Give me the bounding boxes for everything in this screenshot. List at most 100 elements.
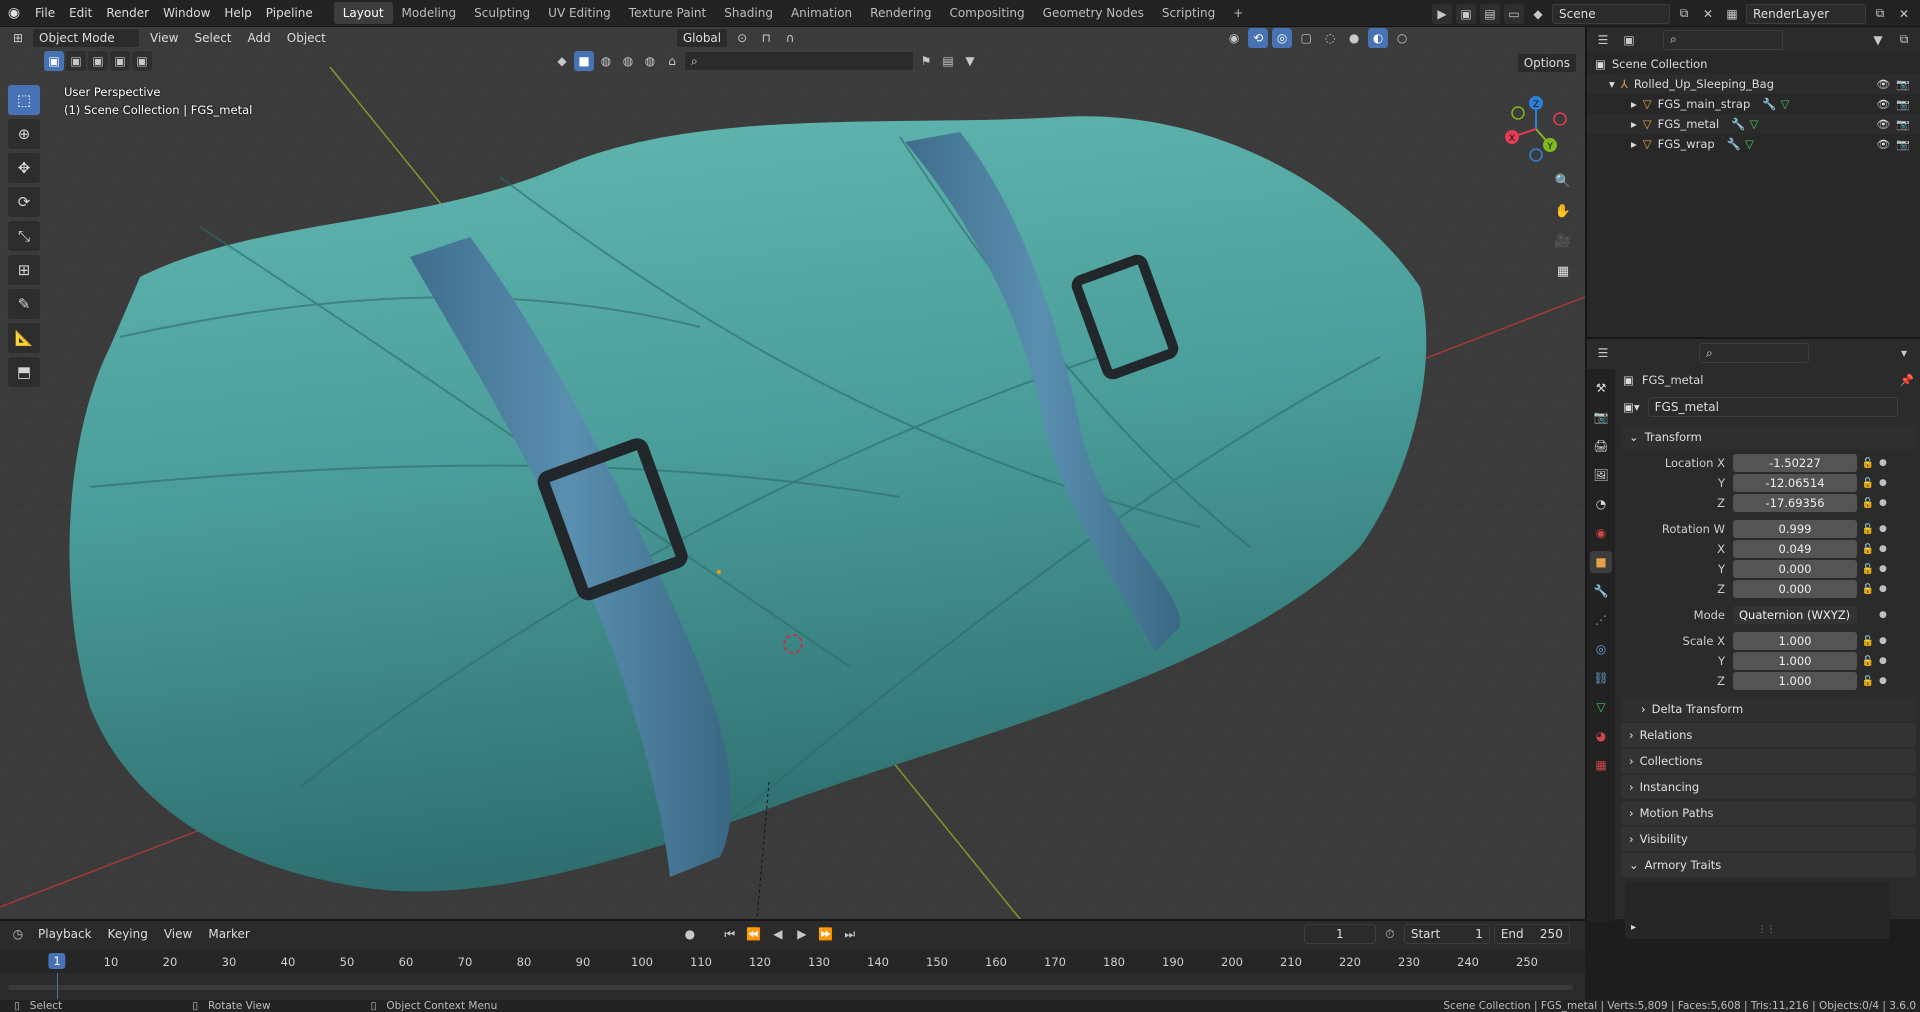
new-layer-icon[interactable]: ⧉ (1870, 4, 1890, 24)
outliner-scene-collection[interactable]: ▣ Scene Collection (1587, 54, 1920, 74)
lock-icon[interactable]: 🔓 (1857, 656, 1879, 667)
solid-shading-icon[interactable]: ● (1344, 28, 1364, 48)
close-scene-icon[interactable]: ✕ (1698, 4, 1718, 24)
timeline-menu-playback[interactable]: Playback (32, 927, 98, 941)
funnel-icon[interactable]: ▼ (960, 51, 980, 71)
3d-viewport[interactable]: ⊞ Object Mode View Select Add Object Glo… (0, 27, 1585, 919)
proportional-edit-icon[interactable]: ∩ (780, 28, 800, 48)
orientation-selector[interactable]: Global (675, 28, 729, 48)
record-icon[interactable]: ● (680, 924, 700, 944)
folder-icon[interactable]: ▭ (1504, 3, 1524, 24)
menu-render[interactable]: Render (99, 6, 156, 20)
expand-chevron-icon[interactable]: ▸ (1631, 922, 1636, 933)
viewport-search-input[interactable]: ⌕ (684, 51, 914, 71)
camera-icon[interactable]: 📷 (1896, 138, 1910, 151)
tab-texture-paint[interactable]: Texture Paint (620, 2, 715, 24)
render-tab-icon[interactable]: 📷 (1590, 406, 1612, 428)
object-tab-icon[interactable]: ■ (1590, 551, 1612, 573)
play-reverse-icon[interactable]: ◀ (768, 924, 788, 944)
rotation-x-field[interactable]: 0.049 (1733, 540, 1857, 558)
outliner-search-input[interactable]: ⌕ (1663, 29, 1783, 50)
instancing-panel[interactable]: › Instancing (1621, 775, 1916, 799)
constraints-tab-icon[interactable]: ⛓ (1590, 667, 1612, 689)
keyframe-dot-icon[interactable]: ● (1879, 544, 1887, 554)
pin-icon[interactable]: 📌 (1900, 373, 1914, 387)
camera-view-icon[interactable]: 🎥 (1551, 229, 1575, 253)
add-workspace-icon[interactable]: + (1224, 2, 1252, 24)
material-tab-icon[interactable]: ◕ (1590, 725, 1612, 747)
tab-geometry-nodes[interactable]: Geometry Nodes (1034, 2, 1153, 24)
properties-editor-icon[interactable]: ☰ (1593, 343, 1613, 363)
scale-tool-icon[interactable]: ⤡ (8, 221, 40, 251)
eye-icon[interactable]: 👁 (1876, 98, 1890, 111)
wireframe-shading-icon[interactable]: ◌ (1320, 28, 1340, 48)
gizmo-toggle-icon[interactable]: ⟲ (1248, 28, 1269, 48)
outliner-filter-icon[interactable]: ▼ (1868, 30, 1888, 50)
eye-icon[interactable]: 👁 (1876, 78, 1890, 91)
outliner-editor-icon[interactable]: ☰ (1593, 30, 1613, 50)
new-scene-icon[interactable]: ⧉ (1674, 4, 1694, 24)
location-x-field[interactable]: -1.50227 (1733, 454, 1857, 472)
timeline-menu-keying[interactable]: Keying (102, 927, 154, 941)
mesh-data-icon[interactable]: ▽ (1781, 97, 1790, 111)
pivot-icon[interactable]: ⊙ (732, 28, 752, 48)
xray-icon[interactable]: ▢ (1296, 28, 1316, 48)
camera-icon[interactable]: 📷 (1896, 78, 1910, 91)
lock-icon[interactable]: 🔓 (1857, 524, 1879, 535)
modifier-wrench-icon[interactable]: 🔧 (1762, 97, 1776, 111)
keyframe-dot-icon[interactable]: ● (1879, 478, 1887, 488)
start-frame-field[interactable]: Start 1 (1403, 924, 1490, 944)
viewport-menu-select[interactable]: Select (188, 31, 237, 45)
jump-end-icon[interactable]: ⏭ (840, 924, 860, 944)
tab-rendering[interactable]: Rendering (861, 2, 940, 24)
properties-search-input[interactable]: ⌕ (1699, 343, 1809, 363)
options-button[interactable]: Options (1516, 53, 1577, 73)
menu-edit[interactable]: Edit (62, 6, 99, 20)
end-frame-field[interactable]: End 250 (1493, 924, 1570, 944)
overlay-toggle-icon[interactable]: ◎ (1272, 28, 1293, 48)
expand-chevron-icon[interactable]: ▸ (1631, 137, 1637, 151)
zoom-icon[interactable]: 🔍 (1551, 169, 1575, 193)
filter-color-icon[interactable]: ◆ (552, 51, 572, 71)
armory-traits-panel[interactable]: ⌄ Armory Traits (1621, 853, 1916, 877)
modifier-wrench-icon[interactable]: 🔧 (1727, 137, 1741, 151)
keyframe-dot-icon[interactable]: ● (1879, 676, 1887, 686)
expand-chevron-icon[interactable]: ▸ (1631, 97, 1637, 111)
datablock-type-icon[interactable]: ▣▾ (1623, 400, 1640, 414)
viewport-menu-object[interactable]: Object (281, 31, 332, 45)
output-tab-icon[interactable]: 🖨 (1590, 435, 1612, 457)
timeline-menu-view[interactable]: View (158, 927, 198, 941)
timeline-scrollbar[interactable] (8, 985, 1573, 990)
view-layer-selector[interactable]: RenderLayer (1746, 3, 1866, 24)
snap-icon[interactable]: ⊓ (756, 28, 776, 48)
outliner-item-fgs-main-strap[interactable]: ▸ ▽ FGS_main_strap 🔧 ▽ 👁 📷 (1587, 94, 1920, 114)
select-new-icon[interactable]: ▣ (44, 51, 64, 71)
outliner-item-fgs-wrap[interactable]: ▸ ▽ FGS_wrap 🔧 ▽ 👁 📷 (1587, 134, 1920, 154)
view-layer-tab-icon[interactable]: 🖼 (1590, 464, 1612, 486)
playhead-frame[interactable]: 1 (48, 953, 66, 969)
new-collection-icon[interactable]: ⧉ (1894, 30, 1914, 50)
scale-z-field[interactable]: 1.000 (1733, 672, 1857, 690)
lock-icon[interactable]: 🔓 (1857, 564, 1879, 575)
timeline-editor-icon[interactable]: ◷ (8, 924, 28, 944)
lock-icon[interactable]: 🔓 (1857, 676, 1879, 687)
menu-file[interactable]: File (28, 6, 62, 20)
render-image-icon[interactable]: ▣ (1456, 3, 1476, 24)
keyframe-dot-icon[interactable]: ● (1879, 656, 1887, 666)
rotate-tool-icon[interactable]: ⟳ (8, 187, 40, 217)
tab-layout[interactable]: Layout (333, 2, 393, 24)
expand-chevron-icon[interactable]: ▾ (1609, 77, 1615, 91)
annotate-tool-icon[interactable]: ✎ (8, 289, 40, 319)
add-cube-tool-icon[interactable]: ⬒ (8, 357, 40, 387)
menu-help[interactable]: Help (217, 6, 258, 20)
collections-panel[interactable]: › Collections (1621, 749, 1916, 773)
select-box-tool-icon[interactable]: ⬚ (8, 85, 40, 115)
tab-animation[interactable]: Animation (782, 2, 861, 24)
view-options-icon[interactable]: ▤ (938, 51, 958, 71)
bookmark-icon[interactable]: ⚑ (916, 51, 936, 71)
tab-scripting[interactable]: Scripting (1153, 2, 1224, 24)
relations-panel[interactable]: › Relations (1621, 723, 1916, 747)
keyframe-dot-icon[interactable]: ● (1879, 524, 1887, 534)
visibility-icon[interactable]: ◉ (1224, 28, 1244, 48)
camera-icon[interactable]: 📷 (1896, 118, 1910, 131)
